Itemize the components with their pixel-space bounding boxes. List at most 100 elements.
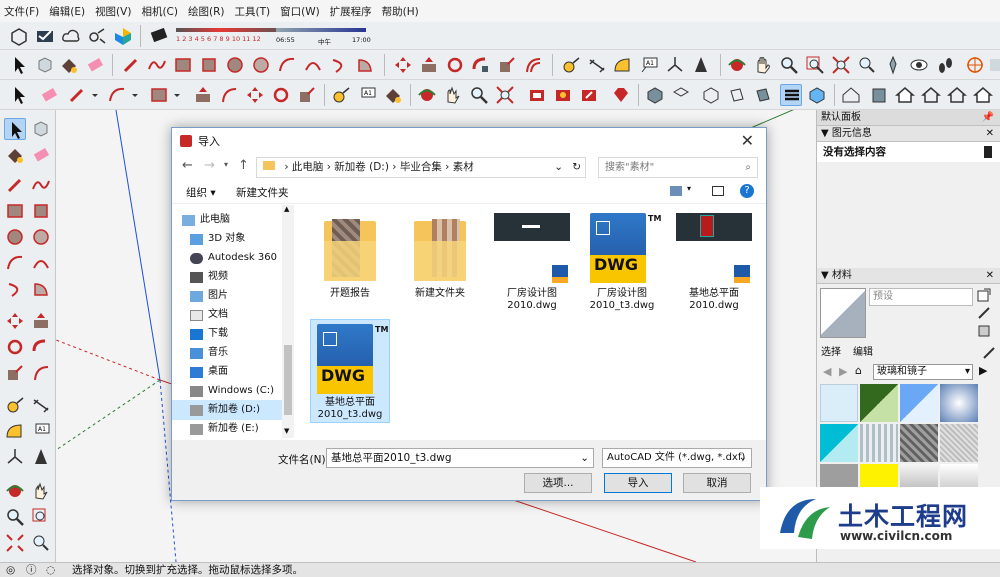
protractor-icon[interactable] xyxy=(4,420,26,442)
search-input[interactable]: 搜索"素材" ⌕ xyxy=(598,157,758,178)
nav-item-music[interactable]: 音乐 xyxy=(190,344,228,362)
scale-icon[interactable] xyxy=(4,362,26,384)
cloud-upload-icon[interactable] xyxy=(60,25,82,47)
share-icon[interactable] xyxy=(86,25,108,47)
zoom-extents-icon[interactable] xyxy=(494,84,516,106)
pin-icon[interactable]: 📌 xyxy=(982,110,994,126)
orbit-icon[interactable] xyxy=(416,84,438,106)
address-bar[interactable]: › 此电脑 › 新加卷 (D:) › 毕业合集 › 素材 ⌄ ↻ xyxy=(256,157,586,178)
nav-scrollbar[interactable]: ▲ ▼ xyxy=(282,205,294,438)
front-view-icon[interactable] xyxy=(700,84,722,106)
previous-view-icon[interactable] xyxy=(30,532,52,554)
zoom-window-icon[interactable] xyxy=(30,506,52,528)
zoom-icon[interactable] xyxy=(468,84,490,106)
push-pull-icon[interactable] xyxy=(30,310,52,332)
material-swatch[interactable] xyxy=(860,424,898,462)
refresh-icon[interactable]: ↻ xyxy=(572,158,581,177)
arc-icon[interactable] xyxy=(106,84,128,106)
material-swatch[interactable] xyxy=(860,384,898,422)
breadcrumb-graduation[interactable]: 毕业合集 xyxy=(400,161,442,173)
file-item[interactable]: 基地总平面 2010.dwg xyxy=(674,211,754,312)
materials-header[interactable]: ▼ 材料 ✕ xyxy=(817,268,1000,284)
rectangle-icon[interactable] xyxy=(4,200,26,222)
pie-icon[interactable] xyxy=(30,278,52,300)
right-view-icon[interactable] xyxy=(726,84,748,106)
filetype-select[interactable]: AutoCAD 文件 (*.dwg, *.dxf) ⌄ xyxy=(602,448,752,468)
eraser-icon[interactable] xyxy=(84,54,106,76)
orbit-icon[interactable] xyxy=(726,54,748,76)
zoom-extents-icon[interactable] xyxy=(830,54,852,76)
library-dropdown[interactable]: 玻璃和镜子 ▾ xyxy=(873,364,973,380)
make-component-icon[interactable] xyxy=(34,54,56,76)
nav-item-drive-d[interactable]: 新加卷 (D:) xyxy=(190,401,260,419)
chevron-down-icon[interactable]: ⌄ xyxy=(580,449,589,467)
menu-extensions[interactable]: 扩展程序 xyxy=(330,4,372,19)
forward-arrow-icon[interactable]: → xyxy=(204,158,215,173)
move-icon[interactable] xyxy=(4,310,26,332)
paint-icon[interactable] xyxy=(977,324,991,338)
material-swatch[interactable] xyxy=(940,384,978,422)
paint-bucket-icon[interactable] xyxy=(4,144,26,166)
position-camera-icon[interactable] xyxy=(882,54,904,76)
xray-style-icon[interactable] xyxy=(780,84,802,106)
pencil-icon[interactable] xyxy=(66,84,88,106)
help-icon[interactable]: ? xyxy=(740,184,754,198)
chevron-down-icon[interactable] xyxy=(172,84,182,106)
rotate-icon[interactable] xyxy=(4,336,26,358)
house-front-icon[interactable] xyxy=(894,84,916,106)
material-name-field[interactable]: 预设 xyxy=(869,288,973,306)
house-side-icon[interactable] xyxy=(868,84,890,106)
zoom-extents-icon[interactable] xyxy=(4,532,26,554)
filename-input[interactable]: 基地总平面2010_t3.dwg ⌄ xyxy=(326,448,594,468)
nav-item-videos[interactable]: 视频 xyxy=(190,268,228,286)
menu-draw[interactable]: 绘图(R) xyxy=(188,4,225,19)
chevron-down-icon[interactable] xyxy=(90,84,100,106)
previous-view-icon[interactable] xyxy=(856,54,878,76)
create-material-icon[interactable] xyxy=(977,288,991,302)
follow-me-icon[interactable] xyxy=(470,54,492,76)
material-swatch[interactable] xyxy=(900,384,938,422)
iso-view-icon[interactable] xyxy=(644,84,666,106)
breadcrumb-materials[interactable]: 素材 xyxy=(453,161,474,173)
move-icon[interactable] xyxy=(392,54,414,76)
move-icon[interactable] xyxy=(244,84,266,106)
pencil-icon[interactable] xyxy=(120,54,142,76)
zoom-icon[interactable] xyxy=(778,54,800,76)
file-item[interactable]: 厂房设计图 2010.dwg xyxy=(492,211,572,312)
tab-edit[interactable]: 编辑 xyxy=(853,344,873,362)
rectangle-icon[interactable] xyxy=(172,54,194,76)
pan-icon[interactable] xyxy=(442,84,464,106)
extension-warehouse-icon[interactable] xyxy=(112,25,134,47)
3d-text-icon[interactable] xyxy=(690,54,712,76)
rotated-rectangle-icon[interactable] xyxy=(30,200,52,222)
scroll-down-icon[interactable]: ▼ xyxy=(284,427,289,435)
nav-item-this-pc[interactable]: 此电脑 xyxy=(182,211,230,229)
entity-info-header[interactable]: ▼ 图元信息 ✕ xyxy=(817,126,1000,142)
view-mode-icon[interactable] xyxy=(670,186,682,196)
rotate-icon[interactable] xyxy=(270,84,292,106)
tape-measure-icon[interactable] xyxy=(4,394,26,416)
material-swatch[interactable] xyxy=(940,424,978,462)
back-arrow-icon[interactable]: ◀ xyxy=(823,365,831,378)
walk-icon[interactable] xyxy=(934,54,956,76)
pan-icon[interactable] xyxy=(752,54,774,76)
section-fill-icon[interactable] xyxy=(988,54,1000,76)
shadow-slider[interactable]: 1 2 3 4 5 6 7 8 9 10 11 12 06:55 中午 17:0… xyxy=(172,25,372,49)
sample-paint-icon[interactable] xyxy=(977,306,991,320)
offset-icon[interactable] xyxy=(30,362,52,384)
back-view-icon[interactable] xyxy=(752,84,774,106)
menu-window[interactable]: 窗口(W) xyxy=(280,4,320,19)
nav-item-autodesk360[interactable]: Autodesk 360 xyxy=(190,249,277,267)
rectangle-icon[interactable] xyxy=(148,84,170,106)
menu-camera[interactable]: 相机(C) xyxy=(141,4,178,19)
scale-icon[interactable] xyxy=(296,84,318,106)
nav-item-3d-objects[interactable]: 3D 对象 xyxy=(190,230,245,248)
menu-tools[interactable]: 工具(T) xyxy=(234,4,270,19)
close-icon[interactable]: ✕ xyxy=(986,126,994,142)
offset-icon[interactable] xyxy=(218,84,240,106)
select-arrow-icon[interactable] xyxy=(8,84,30,106)
breadcrumb-pc[interactable]: 此电脑 xyxy=(292,161,324,173)
share-component-icon[interactable] xyxy=(552,84,574,106)
pie-icon[interactable] xyxy=(354,54,376,76)
top-view-icon[interactable] xyxy=(670,84,692,106)
